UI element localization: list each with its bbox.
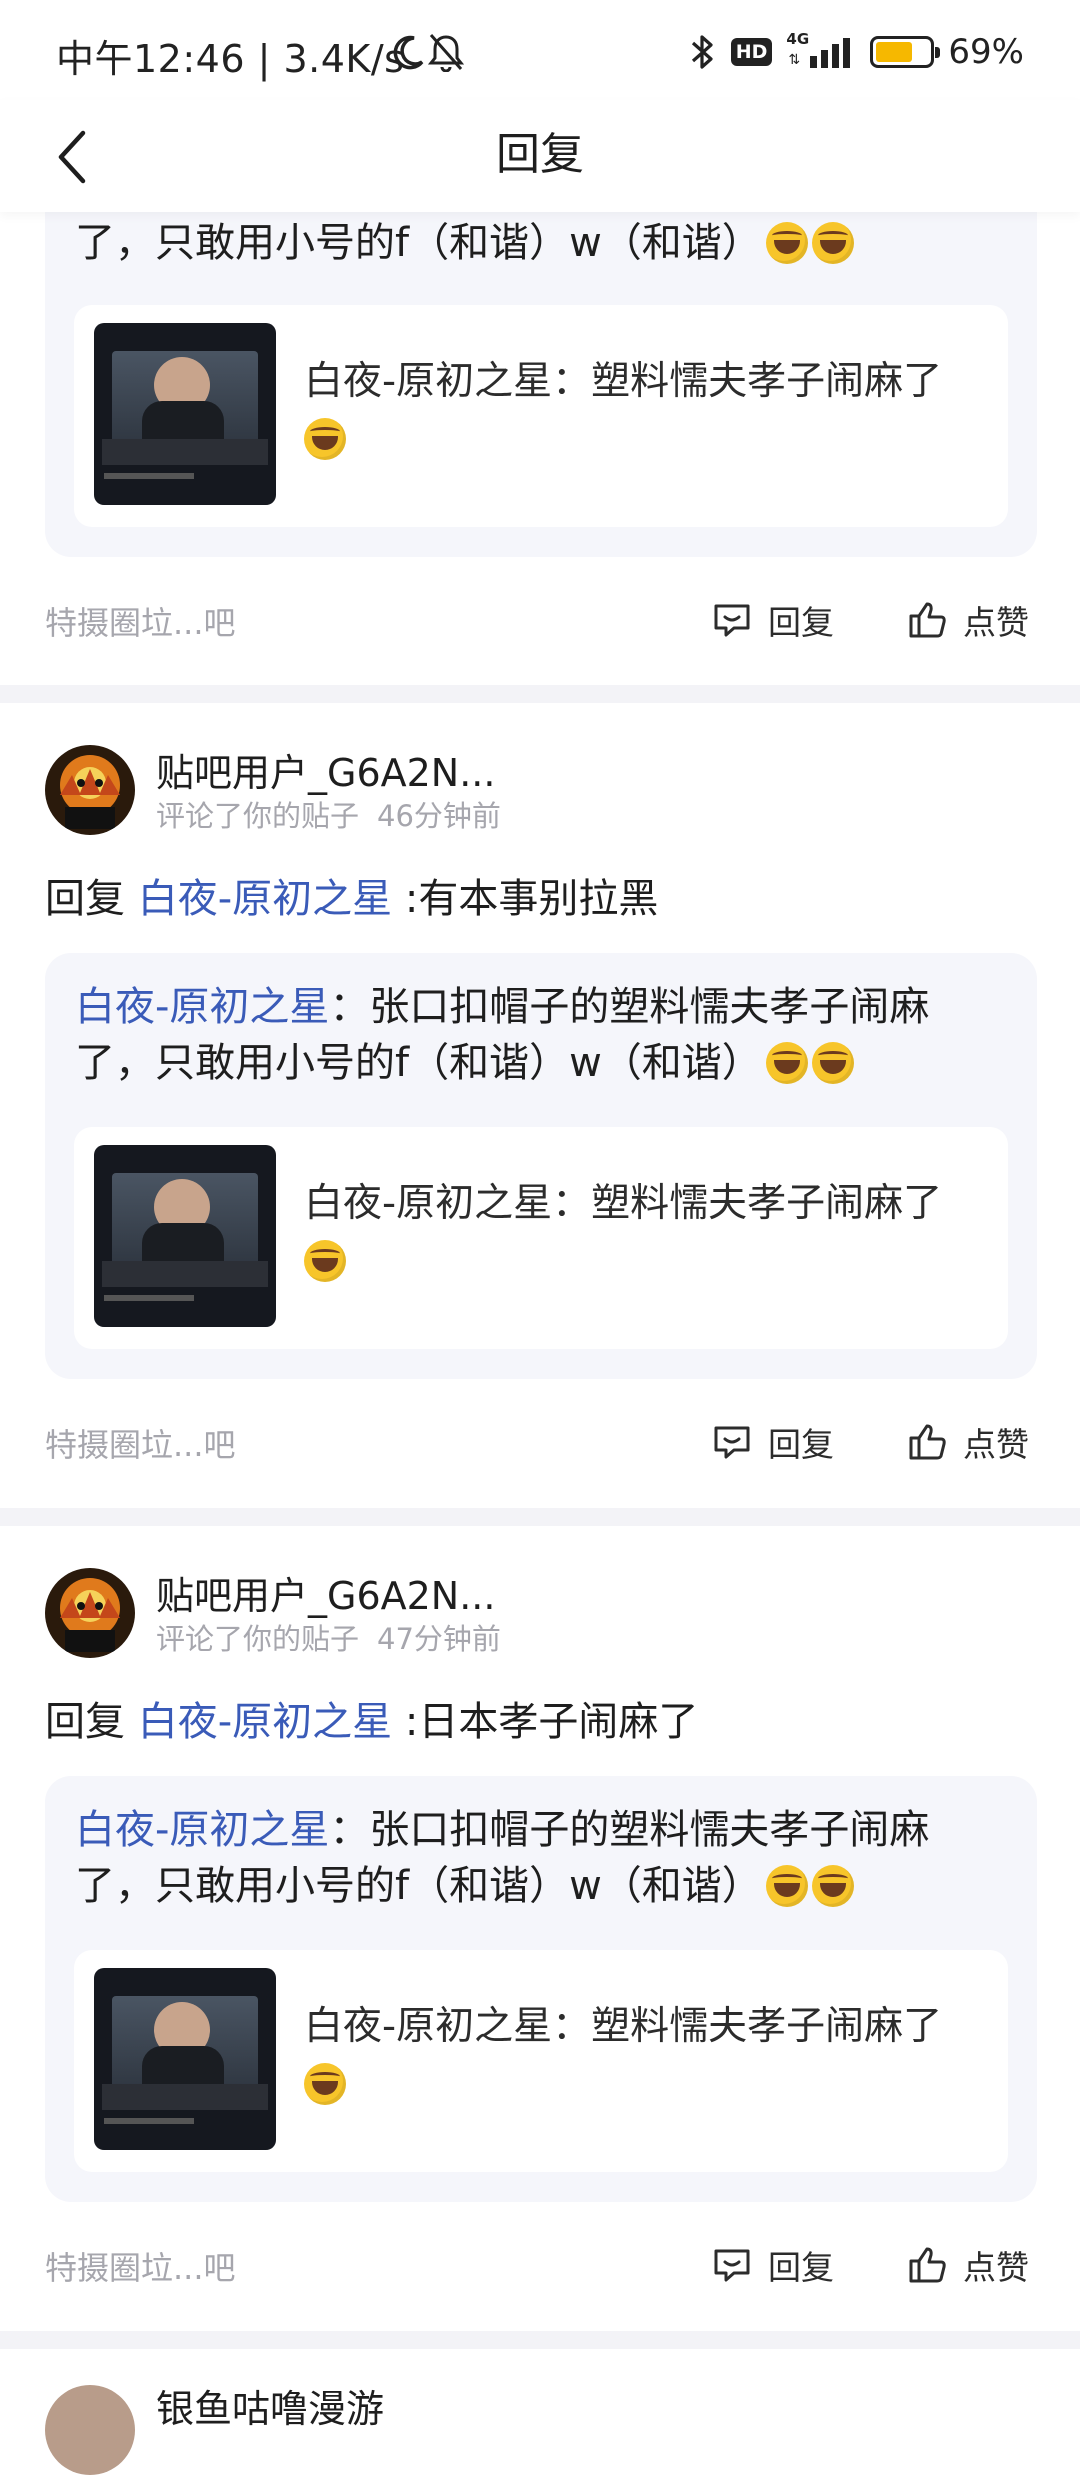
reply-text: :有本事别拉黑 — [404, 876, 659, 922]
quoted-comment[interactable]: 白夜-原初之星：张口扣帽子的塑料懦夫孝子闹麻 了，只敢用小号的f（和谐）w（和谐… — [45, 1776, 1037, 2202]
quote-author-link[interactable]: 白夜-原初之星 — [75, 984, 329, 1030]
post-thumbnail — [94, 1968, 276, 2150]
username[interactable]: 贴吧用户_G6A2N... — [156, 742, 495, 797]
username[interactable]: 贴吧用户_G6A2N... — [156, 1565, 495, 1620]
battery-percent: 69% — [948, 32, 1024, 72]
quoted-post-card[interactable]: 白夜-原初之星：塑料懦夫孝子闹麻了 — [74, 305, 1008, 527]
rofl-emoji-icon — [811, 1865, 854, 1907]
moon-icon — [393, 35, 424, 70]
reply-label: 回复 — [768, 2248, 834, 2287]
quote-text: ：张口扣帽子的塑料懦夫孝子闹麻 — [329, 1807, 930, 1853]
like-button[interactable]: 点赞 — [905, 590, 1029, 650]
quoted-post-card[interactable]: 白夜-原初之星：塑料懦夫孝子闹麻了 — [74, 1127, 1008, 1349]
rofl-emoji-icon — [811, 1042, 854, 1084]
status-time: 中午12:46 | 3.4K/s — [56, 37, 405, 81]
comment-icon — [714, 604, 750, 637]
like-label: 点赞 — [963, 2248, 1029, 2287]
rofl-emoji-icon — [765, 222, 808, 264]
avatar[interactable] — [45, 745, 135, 835]
mute-bell-icon — [428, 34, 464, 72]
quote-text: 了，只敢用小号的f（和谐）w（和谐） — [75, 1863, 762, 1909]
divider — [0, 685, 1080, 703]
quoted-post-text: 白夜-原初之星：塑料懦夫孝子闹麻了 — [304, 2004, 943, 2049]
reply-label: 回复 — [768, 1425, 834, 1464]
item-footer: 特摄圈垃...吧 回复 点赞 — [45, 2235, 1037, 2295]
reply-button[interactable]: 回复 — [710, 590, 834, 650]
post-thumbnail — [94, 1145, 276, 1327]
reply-target-link[interactable]: 白夜-原初之星 — [138, 876, 392, 922]
item-footer: 特摄圈垃...吧 回复 点赞 — [45, 1412, 1037, 1472]
bluetooth-icon — [691, 35, 713, 69]
status-icons: HD 4G ⇅ 69% — [687, 30, 1024, 74]
reply-label: 回复 — [768, 603, 834, 642]
reply-text: :日本孝子闹麻了 — [404, 1699, 699, 1745]
reply-content[interactable]: 回复 白夜-原初之星 :日本孝子闹麻了 — [45, 1689, 698, 1747]
timestamp: 47分钟前 — [377, 1622, 501, 1656]
comment-icon — [714, 2249, 750, 2282]
like-label: 点赞 — [963, 603, 1029, 642]
quoted-post-text: 白夜-原初之星：塑料懦夫孝子闹麻了 — [304, 359, 943, 404]
post-thumbnail — [94, 323, 276, 505]
item-footer: 特摄圈垃...吧 回复 点赞 — [45, 590, 1037, 650]
rofl-emoji-icon — [811, 222, 854, 264]
action-text: 评论了你的贴子 — [156, 1622, 360, 1656]
rofl-emoji-icon — [304, 2063, 346, 2105]
comment-icon — [714, 1426, 750, 1459]
rofl-emoji-icon — [765, 1865, 808, 1907]
quote-author-link[interactable]: 白夜-原初之星 — [75, 1807, 329, 1853]
avatar[interactable] — [45, 2385, 135, 2475]
action-text: 评论了你的贴子 — [156, 799, 360, 833]
status-bar: 中午12:46 | 3.4K/s HD 4G ⇅ 69% — [0, 0, 1080, 100]
nav-bar: 回复 — [0, 100, 1080, 212]
hd-badge: HD — [730, 38, 773, 66]
quote-text: ：张口扣帽子的塑料懦夫孝子闹麻 — [329, 984, 930, 1030]
reply-content[interactable]: 回复 白夜-原初之星 :有本事别拉黑 — [45, 866, 658, 924]
like-label: 点赞 — [963, 1425, 1029, 1464]
divider — [0, 2331, 1080, 2349]
quote-text: 了，只敢用小号的f（和谐）w（和谐） — [75, 1040, 762, 1086]
avatar[interactable] — [45, 1568, 135, 1658]
rofl-emoji-icon — [765, 1042, 808, 1084]
reply-prefix: 回复 — [45, 1699, 125, 1745]
thumbs-up-icon — [909, 602, 946, 638]
like-button[interactable]: 点赞 — [905, 1412, 1029, 1472]
reply-button[interactable]: 回复 — [710, 2235, 834, 2295]
signal-label: 4G — [786, 30, 810, 48]
divider — [0, 1508, 1080, 1526]
thumbs-up-icon — [909, 2247, 946, 2283]
rofl-emoji-icon — [304, 1240, 346, 1282]
quote-text: 了，只敢用小号的f（和谐）w（和谐） — [75, 220, 762, 266]
timestamp: 46分钟前 — [377, 799, 501, 833]
reply-prefix: 回复 — [45, 876, 125, 922]
reply-target-link[interactable]: 白夜-原初之星 — [138, 1699, 392, 1745]
quoted-comment[interactable]: 白夜-原初之星：张口扣帽子的塑料懦夫孝子闹麻 了，只敢用小号的f（和谐）w（和谐… — [45, 953, 1037, 1379]
battery-icon — [870, 36, 941, 68]
reply-button[interactable]: 回复 — [710, 1412, 834, 1472]
forum-name[interactable]: 特摄圈垃...吧 — [45, 2243, 236, 2289]
username[interactable]: 银鱼咕噜漫游 — [156, 2378, 384, 2433]
thumbs-up-icon — [909, 1424, 946, 1460]
like-button[interactable]: 点赞 — [905, 2235, 1029, 2295]
quoted-post-card[interactable]: 白夜-原初之星：塑料懦夫孝子闹麻了 — [74, 1950, 1008, 2172]
signal-icon: 4G ⇅ — [786, 30, 856, 72]
page-title: 回复 — [496, 129, 584, 180]
quoted-post-text: 白夜-原初之星：塑料懦夫孝子闹麻了 — [304, 1181, 943, 1226]
forum-name[interactable]: 特摄圈垃...吧 — [45, 1420, 236, 1466]
comment-meta: 评论了你的贴子 46分钟前 — [156, 793, 519, 835]
comment-meta: 评论了你的贴子 47分钟前 — [156, 1616, 519, 1658]
forum-name[interactable]: 特摄圈垃...吧 — [45, 598, 236, 644]
rofl-emoji-icon — [304, 418, 346, 460]
